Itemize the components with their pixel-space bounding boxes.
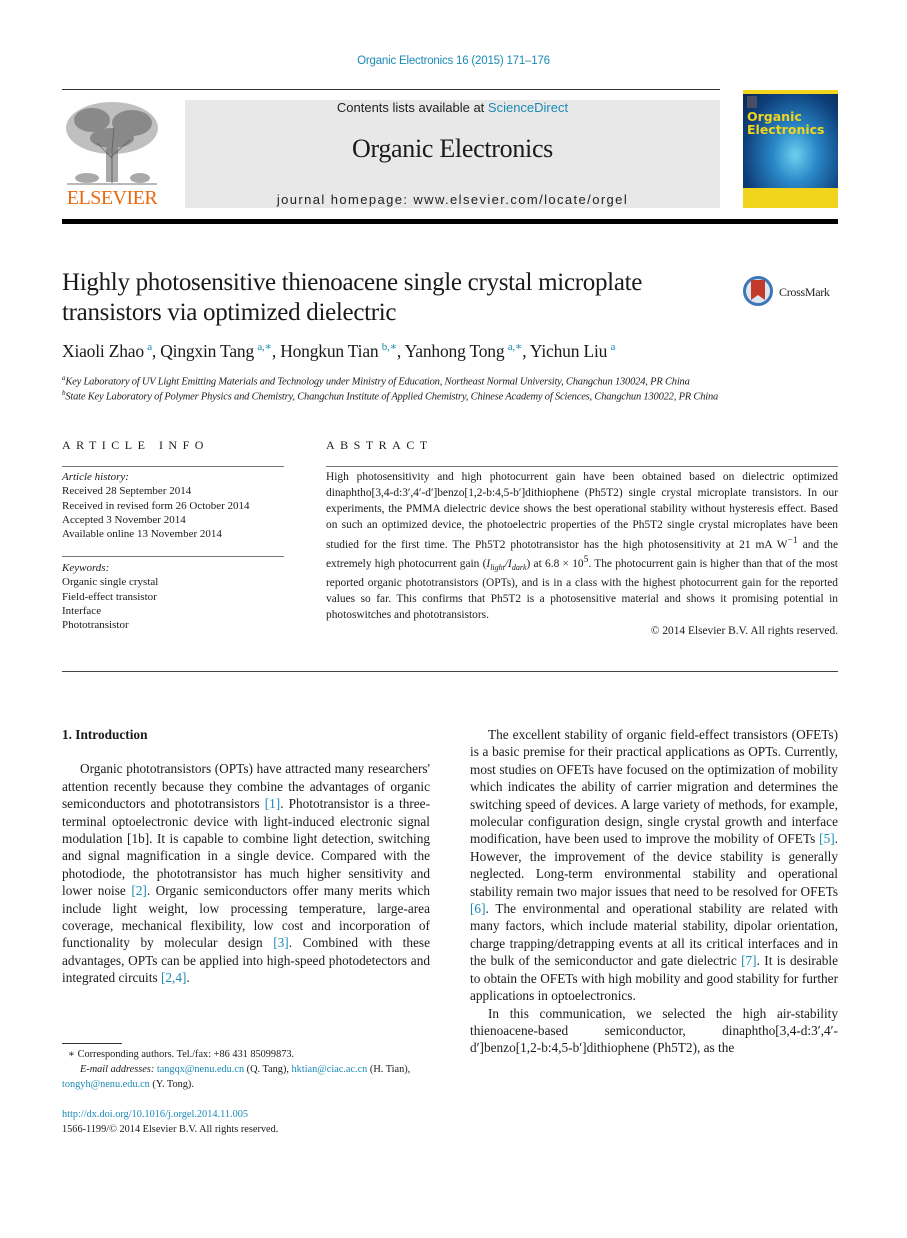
email-link[interactable]: tangqx@nenu.edu.cn (157, 1064, 244, 1075)
reference-link[interactable]: [3] (273, 935, 289, 950)
cover-top-bar (743, 90, 838, 94)
elsevier-logo[interactable]: ELSEVIER (62, 98, 162, 210)
contents-line: Contents lists available at ScienceDirec… (185, 100, 720, 115)
author[interactable]: Hongkun Tian (280, 341, 378, 361)
affiliation-text: Key Laboratory of UV Light Emitting Mate… (65, 376, 690, 388)
keywords: Keywords: Organic single crystal Field-e… (62, 561, 292, 632)
cover-publisher-icon (747, 96, 757, 108)
history-item: Received in revised form 26 October 2014 (62, 499, 250, 512)
abstract-heading: ABSTRACT (326, 438, 433, 452)
cover-title-line2: Electronics (747, 122, 825, 137)
author-affil-mark[interactable]: b,∗ (382, 341, 397, 353)
history-item: Accepted 3 November 2014 (62, 513, 186, 526)
journal-citation[interactable]: Organic Electronics 16 (2015) 171–176 (0, 55, 907, 67)
affiliation-b: bState Key Laboratory of Polymer Physics… (62, 389, 842, 403)
history-item: Available online 13 November 2014 (62, 528, 222, 541)
author-affil-mark[interactable]: a (147, 341, 152, 353)
body-column-left: 1. Introduction Organic phototransistors… (62, 726, 430, 987)
author-list: Xiaoli Zhao a, Qingxin Tang a,∗, Hongkun… (62, 340, 616, 361)
journal-masthead: Contents lists available at ScienceDirec… (185, 100, 720, 208)
journal-cover-image[interactable]: Organic Electronics (743, 90, 838, 208)
body-column-right: The excellent stability of organic field… (470, 726, 838, 1057)
author[interactable]: Yichun Liu (530, 341, 607, 361)
elsevier-wordmark: ELSEVIER (66, 187, 158, 209)
author-affil-mark[interactable]: a,∗ (257, 341, 272, 353)
abstract-text: High photosensitivity and high photocurr… (326, 471, 839, 622)
abstract-rule (326, 466, 838, 467)
body-paragraph: In this communication, we selected the h… (470, 1005, 838, 1056)
doi-link[interactable]: http://dx.doi.org/10.1016/j.orgel.2014.1… (62, 1109, 248, 1120)
email-label: E-mail addresses: (80, 1064, 155, 1075)
header-rule (62, 89, 720, 90)
keyword-item: Phototransistor (62, 619, 129, 632)
history-item: Received 28 September 2014 (62, 485, 192, 498)
contents-prefix: Contents lists available at (336, 100, 488, 115)
reference-link[interactable]: [5] (819, 831, 835, 846)
reference-link[interactable]: [2,4] (161, 970, 186, 985)
corresponding-note: ∗ Corresponding authors. Tel./fax: +86 4… (68, 1049, 295, 1060)
email-link[interactable]: hktian@ciac.ac.cn (292, 1064, 368, 1075)
reference-link[interactable]: [1] (265, 796, 281, 811)
header-thick-rule (62, 219, 838, 224)
author[interactable]: Qingxin Tang (160, 341, 254, 361)
author-affil-mark[interactable]: a (610, 341, 615, 353)
author[interactable]: Yanhong Tong (405, 341, 505, 361)
journal-title: Organic Electronics (351, 134, 554, 163)
keyword-item: Field-effect transistor (62, 590, 157, 603)
doi-block: http://dx.doi.org/10.1016/j.orgel.2014.1… (62, 1108, 430, 1137)
section-heading-introduction: 1. Introduction (62, 727, 148, 742)
author[interactable]: Xiaoli Zhao (62, 341, 144, 361)
email-addresses: E-mail addresses: tangqx@nenu.edu.cn (Q.… (62, 1064, 411, 1090)
article-history: Article history: Received 28 September 2… (62, 470, 292, 541)
journal-homepage[interactable]: journal homepage: www.elsevier.com/locat… (185, 192, 720, 207)
issn-copyright: 1566-1199/© 2014 Elsevier B.V. All right… (62, 1123, 279, 1135)
article-info-heading: ARTICLE INFO (62, 438, 209, 452)
article-history-label: Article history: (62, 471, 129, 483)
affiliation-text: State Key Laboratory of Polymer Physics … (65, 391, 719, 403)
footnote-rule (62, 1043, 122, 1044)
abstract-body: High photosensitivity and high photocurr… (326, 470, 838, 640)
crossmark-button[interactable]: CrossMark (743, 276, 843, 312)
keywords-rule (62, 556, 284, 557)
sciencedirect-link[interactable]: ScienceDirect (488, 100, 568, 115)
affiliation-a: aKey Laboratory of UV Light Emitting Mat… (62, 374, 842, 388)
body-paragraph: Organic phototransistors (OPTs) have att… (62, 761, 430, 986)
keywords-label: Keywords: (62, 562, 110, 574)
cover-title: Organic Electronics (747, 110, 824, 136)
author-affil-mark[interactable]: a,∗ (508, 341, 523, 353)
tree-icon (66, 102, 158, 185)
keyword-item: Organic single crystal (62, 576, 159, 589)
section-divider (62, 671, 838, 672)
reference-link[interactable]: [7] (741, 953, 757, 968)
keyword-item: Interface (62, 604, 102, 617)
email-link[interactable]: tongyh@nenu.edu.cn (62, 1079, 150, 1090)
article-info-rule (62, 466, 284, 467)
crossmark-label: CrossMark (779, 285, 830, 299)
body-paragraph: The excellent stability of organic field… (470, 727, 838, 1004)
cover-bottom-bar (743, 188, 838, 208)
abstract-copyright: © 2014 Elsevier B.V. All rights reserved… (650, 625, 838, 638)
article-title: Highly photosensitive thienoacene single… (62, 269, 643, 326)
reference-link[interactable]: [2] (131, 883, 147, 898)
corresponding-author-footnote: ∗ Corresponding authors. Tel./fax: +86 4… (62, 1047, 430, 1092)
reference-link[interactable]: [6] (470, 901, 486, 916)
